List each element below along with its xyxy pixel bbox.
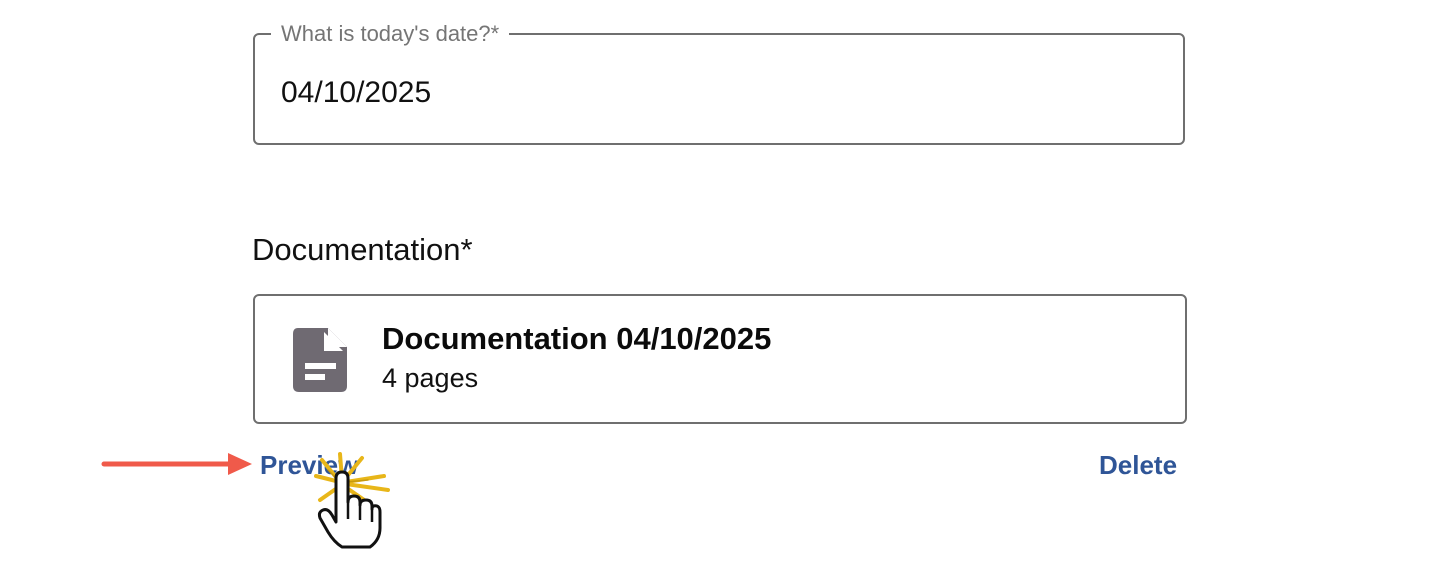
date-field-label: What is today's date?* [271, 20, 510, 48]
hand-pointer-icon [317, 470, 382, 549]
document-title: Documentation 04/10/2025 [382, 321, 772, 356]
document-icon [293, 328, 347, 392]
date-field-value[interactable]: 04/10/2025 [281, 75, 431, 111]
annotation-arrow-icon [101, 453, 252, 475]
documentation-file-card[interactable]: Documentation 04/10/2025 4 pages [253, 294, 1187, 424]
date-field[interactable]: What is today's date?* 04/10/2025 [253, 20, 1185, 145]
document-page-count: 4 pages [382, 363, 479, 393]
delete-link[interactable]: Delete [1099, 449, 1177, 481]
form-page: What is today's date?* 04/10/2025 Docume… [0, 0, 1440, 566]
documentation-heading: Documentation* [252, 232, 473, 267]
